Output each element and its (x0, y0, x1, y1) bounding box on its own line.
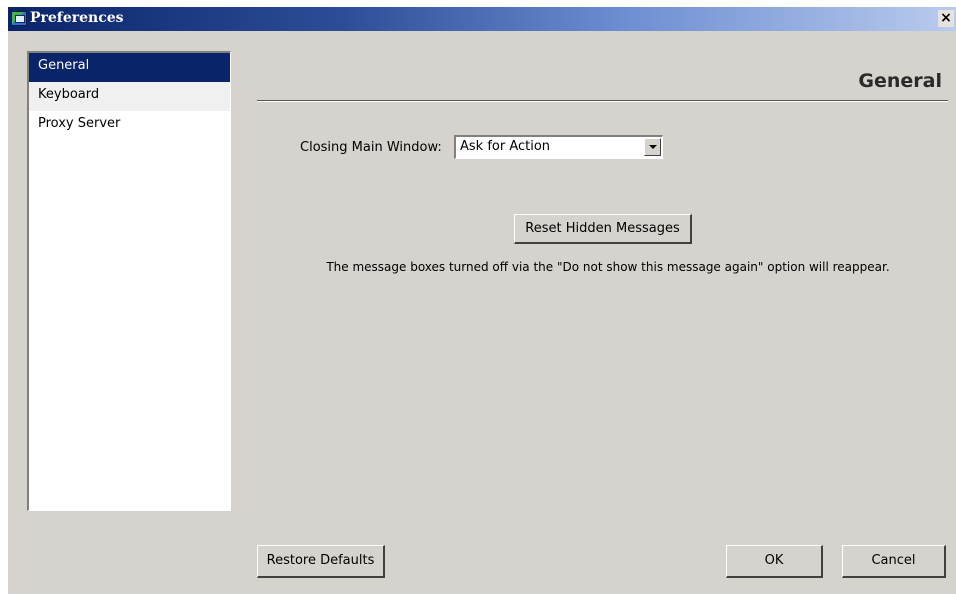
sidebar-item-label: Proxy Server (38, 116, 121, 131)
restore-defaults-button[interactable]: Restore Defaults (257, 545, 385, 578)
sidebar-item-general[interactable]: General (29, 53, 230, 82)
closing-main-window-label: Closing Main Window: (300, 140, 442, 155)
sidebar-item-proxy-server[interactable]: Proxy Server (29, 111, 230, 140)
cancel-button[interactable]: Cancel (842, 545, 946, 578)
reset-description: The message boxes turned off via the "Do… (326, 260, 890, 274)
preferences-category-list[interactable]: General Keyboard Proxy Server (27, 51, 231, 511)
closing-main-window-select[interactable]: Ask for Action (454, 135, 663, 159)
close-icon[interactable]: × (938, 10, 954, 27)
window-title: Preferences (30, 10, 124, 26)
preferences-window: Preferences × General Keyboard Proxy Ser… (8, 7, 956, 594)
chevron-down-icon[interactable] (644, 138, 661, 156)
sidebar-item-label: General (38, 58, 90, 73)
reset-hidden-messages-button[interactable]: Reset Hidden Messages (514, 214, 692, 244)
closing-main-window-value: Ask for Action (460, 139, 551, 154)
sidebar-item-keyboard[interactable]: Keyboard (29, 82, 230, 111)
section-divider (257, 100, 948, 102)
title-bar[interactable]: Preferences × (8, 7, 956, 31)
preferences-app-icon (11, 11, 27, 26)
section-title: General (858, 70, 942, 92)
sidebar-item-label: Keyboard (38, 87, 100, 102)
ok-button[interactable]: OK (726, 545, 823, 578)
